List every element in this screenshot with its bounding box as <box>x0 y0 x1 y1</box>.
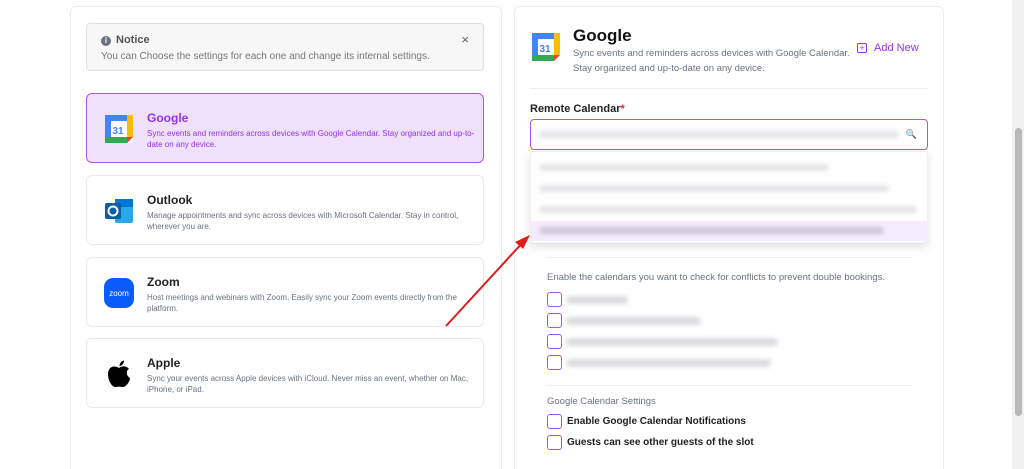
provider-google-card[interactable]: 31 Google Sync events and reminders acro… <box>86 93 484 163</box>
add-new-label: Add New <box>874 42 919 54</box>
notifications-label: Enable Google Calendar Notifications <box>567 416 746 427</box>
provider-title: Apple <box>147 356 181 370</box>
info-icon: i <box>101 36 111 46</box>
calendar-dropdown <box>530 151 928 243</box>
provider-desc: Host meetings and webinars with Zoom. Ea… <box>147 293 457 313</box>
page-description: Sync events and reminders across devices… <box>573 48 850 74</box>
calendar-name-blurred <box>566 296 628 304</box>
selected-value-blurred <box>539 130 899 139</box>
provider-desc: Sync events and reminders across devices… <box>147 129 475 149</box>
provider-desc: Manage appointments and sync across devi… <box>147 211 459 231</box>
provider-zoom-card[interactable]: zoom Zoom Host meetings and webinars wit… <box>86 257 484 327</box>
settings-section-title: Google Calendar Settings <box>547 396 656 407</box>
conflict-help-text: Enable the calendars you want to check f… <box>547 272 885 283</box>
google-calendar-icon: 31 <box>532 33 560 61</box>
zoom-icon: zoom <box>104 278 134 308</box>
calendar-name-blurred <box>566 338 778 346</box>
notice-title: Notice <box>116 34 150 46</box>
plus-icon: + <box>857 43 867 53</box>
calendar-checkbox[interactable] <box>547 334 562 349</box>
required-mark: * <box>620 103 625 115</box>
provider-title: Google <box>147 111 189 125</box>
svg-text:zoom: zoom <box>109 289 129 298</box>
guests-visibility-label: Guests can see other guests of the slot <box>567 437 754 448</box>
provider-title: Outlook <box>147 193 193 207</box>
remote-calendar-select[interactable]: 🔍 <box>530 119 928 150</box>
dropdown-option[interactable] <box>531 158 927 178</box>
calendar-checkbox[interactable] <box>547 355 562 370</box>
calendar-name-blurred <box>566 317 701 325</box>
divider <box>530 88 928 89</box>
scrollbar-thumb[interactable] <box>1015 128 1022 416</box>
calendar-name-blurred <box>566 359 771 367</box>
provider-outlook-card[interactable]: Outlook Manage appointments and sync acr… <box>86 175 484 245</box>
notifications-checkbox[interactable] <box>547 414 562 429</box>
dropdown-option-selected[interactable] <box>531 221 927 241</box>
provider-desc: Sync your events across Apple devices wi… <box>147 374 469 394</box>
guests-visibility-checkbox[interactable] <box>547 435 562 450</box>
svg-text:31: 31 <box>539 44 551 55</box>
notice-text: You can Choose the settings for each one… <box>101 51 430 62</box>
calendar-checkbox[interactable] <box>547 313 562 328</box>
dropdown-option[interactable] <box>531 200 927 220</box>
apple-icon <box>108 360 130 388</box>
provider-title: Zoom <box>147 275 180 289</box>
page: i Notice You can Choose the settings for… <box>0 0 1024 469</box>
divider <box>547 385 912 386</box>
dropdown-option[interactable] <box>531 179 927 199</box>
remote-calendar-label: Remote Calendar* <box>530 103 625 115</box>
page-title: Google <box>573 26 632 45</box>
provider-apple-card[interactable]: Apple Sync your events across Apple devi… <box>86 338 484 408</box>
search-icon: 🔍 <box>905 129 917 139</box>
add-new-button[interactable]: + Add New <box>857 42 919 54</box>
divider <box>547 257 912 258</box>
notice-box: i Notice You can Choose the settings for… <box>86 23 484 71</box>
calendar-checkbox[interactable] <box>547 292 562 307</box>
close-icon[interactable]: × <box>461 32 469 47</box>
outlook-icon <box>105 199 133 223</box>
google-calendar-icon: 31 <box>105 115 133 143</box>
svg-text:31: 31 <box>112 126 124 137</box>
